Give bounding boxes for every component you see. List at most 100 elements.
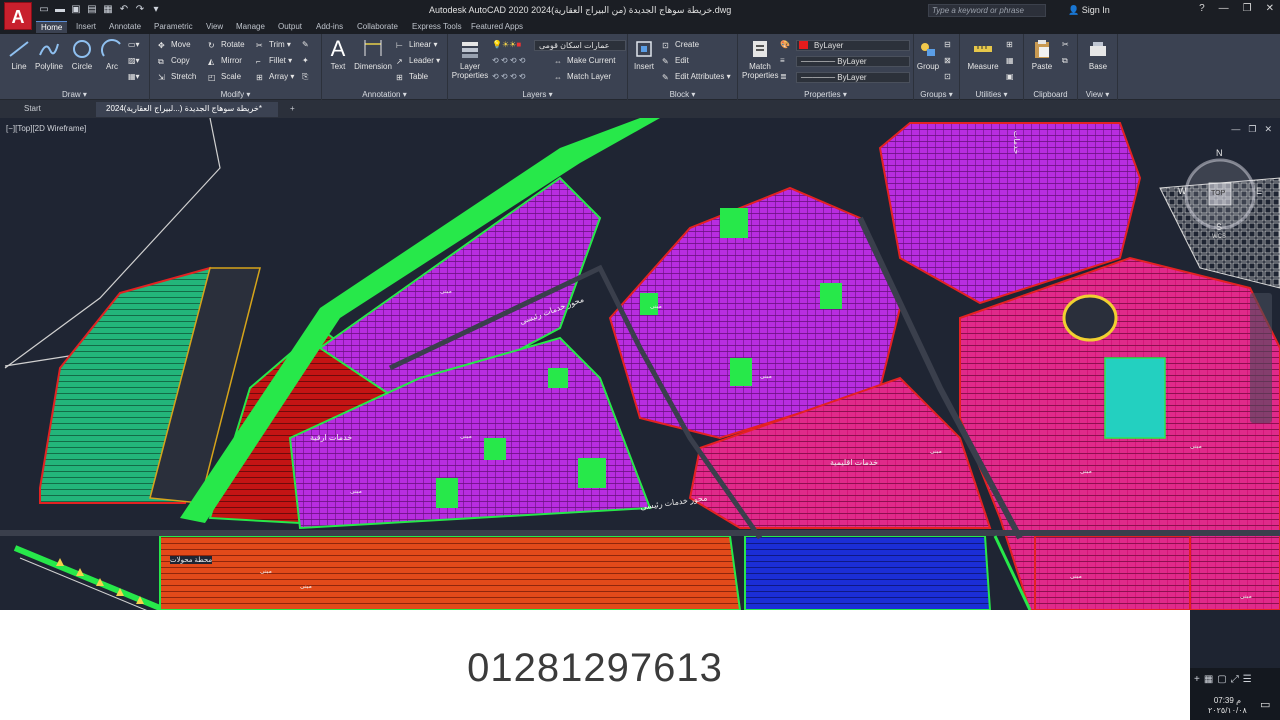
menu-icon[interactable]: ☰ <box>1243 674 1252 685</box>
id-point-icon[interactable]: ▣ <box>1006 72 1014 81</box>
tab-output[interactable]: Output <box>273 21 307 32</box>
layer-dropdown[interactable]: عمارات اسكان قومى <box>534 40 626 51</box>
create-block-button[interactable]: ⊡ Create <box>662 40 699 51</box>
erase-icon[interactable]: ✎ <box>302 40 309 49</box>
tab-featured-apps[interactable]: Featured Apps <box>466 21 528 32</box>
match-layer-button[interactable]: ⇔ Match Layer <box>554 72 611 83</box>
scale-button[interactable]: ◰ Scale <box>208 72 241 83</box>
line-button[interactable]: Line <box>6 38 32 71</box>
undo-icon[interactable]: ↶ <box>118 4 130 16</box>
rotate-button[interactable]: ↻ Rotate <box>208 40 245 51</box>
linetype-dropdown[interactable]: ────── ByLayer <box>796 56 910 67</box>
drawing-canvas[interactable]: مبنى مبنى مبنى مبنى مبنى مبنى مبنى مبنى مبنى م… <box>0 118 1280 610</box>
viewport-restore-button[interactable]: ❐ <box>1248 124 1256 135</box>
cut-icon[interactable]: ✂ <box>1062 40 1069 49</box>
annotation-panel-title[interactable]: Annotation ▾ <box>322 90 447 99</box>
base-view-button[interactable]: Base <box>1084 38 1112 71</box>
save-icon[interactable]: ▣ <box>70 4 82 16</box>
move-button[interactable]: ✥ Move <box>158 40 191 51</box>
group-select-icon[interactable]: ⊡ <box>944 72 951 81</box>
match-properties-button[interactable]: Match Properties <box>742 38 778 80</box>
utilities-panel-title[interactable]: Utilities ▾ <box>960 90 1023 99</box>
viewport-close-button[interactable]: ✕ <box>1264 124 1272 135</box>
drawing-tab[interactable]: خريطة سوهاج الجديدة (...لبيراج العقارية)… <box>96 102 278 127</box>
groups-panel-title[interactable]: Groups ▾ <box>914 90 959 99</box>
color-wheel-icon[interactable]: 🎨 <box>780 40 790 49</box>
measure-button[interactable]: Measure <box>966 38 1000 71</box>
make-current-button[interactable]: ⇔ Make Current <box>554 56 615 67</box>
add-icon[interactable]: + <box>1194 674 1200 685</box>
save-as-icon[interactable]: ▤ <box>86 4 98 16</box>
wcs-menu[interactable]: WCS <box>1212 234 1226 240</box>
calculator-icon[interactable]: ▦ <box>1006 56 1014 65</box>
insert-button[interactable]: Insert <box>630 38 658 71</box>
layers-panel-title[interactable]: Layers ▾ <box>448 90 627 99</box>
tab-insert[interactable]: Insert <box>71 21 101 32</box>
viewcube[interactable]: N S W E TOP WCS <box>1172 146 1268 242</box>
open-file-icon[interactable]: ▬ <box>54 4 66 16</box>
layer-state-icons[interactable]: 💡☀☀■ <box>492 40 521 49</box>
linear-button[interactable]: ⊢ Linear ▾ <box>396 40 438 51</box>
grid-icon[interactable]: ▦ <box>1204 674 1213 685</box>
polyline-button[interactable]: Polyline <box>33 38 65 71</box>
navigation-bar[interactable] <box>1250 293 1272 423</box>
hatch-icon[interactable]: ▨▾ <box>128 56 140 65</box>
dimension-button[interactable]: Dimension <box>352 38 394 71</box>
stretch-button[interactable]: ⇲ Stretch <box>158 72 196 83</box>
viewport-minimize-button[interactable]: — <box>1231 124 1240 135</box>
quick-select-icon[interactable]: ⊞ <box>1006 40 1013 49</box>
lineweight-dropdown[interactable]: ────── ByLayer <box>796 72 910 83</box>
help-icon[interactable]: ? <box>1199 3 1205 14</box>
compass-w[interactable]: W <box>1178 186 1187 196</box>
explode-icon[interactable]: ✦ <box>302 56 309 65</box>
viewcube-top[interactable]: TOP <box>1211 190 1225 197</box>
new-tab-button[interactable]: + <box>280 102 305 117</box>
draw-panel-title[interactable]: Draw ▾ <box>0 90 149 99</box>
paste-button[interactable]: Paste <box>1028 38 1056 71</box>
tab-express-tools[interactable]: Express Tools <box>407 21 467 32</box>
tab-view[interactable]: View <box>201 21 228 32</box>
arc-button[interactable]: Arc <box>100 38 124 71</box>
table-button[interactable]: ⊞ Table <box>396 72 428 83</box>
gradient-icon[interactable]: ▦▾ <box>128 72 140 81</box>
search-input[interactable]: Type a keyword or phrase <box>928 4 1046 17</box>
block-panel-title[interactable]: Block ▾ <box>628 90 737 99</box>
mirror-button[interactable]: ◭ Mirror <box>208 56 242 67</box>
group-button[interactable]: Group <box>916 38 940 71</box>
leader-button[interactable]: ↗ Leader ▾ <box>396 56 440 67</box>
redo-icon[interactable]: ↷ <box>134 4 146 16</box>
customize-qat-icon[interactable]: ▾ <box>150 4 162 16</box>
view-panel-title[interactable]: View ▾ <box>1078 90 1117 99</box>
layer-properties-button[interactable]: Layer Properties <box>450 38 490 80</box>
group-edit-icon[interactable]: ⊠ <box>944 56 951 65</box>
ungroup-icon[interactable]: ⊟ <box>944 40 951 49</box>
rectangle-icon[interactable]: ▭▾ <box>128 40 140 49</box>
tab-manage[interactable]: Manage <box>231 21 270 32</box>
sign-in-button[interactable]: 👤 Sign In <box>1068 5 1110 16</box>
properties-panel-title[interactable]: Properties ▾ <box>738 90 913 99</box>
viewport-controls-label[interactable]: [−][Top][2D Wireframe] <box>6 124 86 133</box>
minimize-button[interactable]: — <box>1219 3 1229 14</box>
window-icon[interactable]: ▢ <box>1217 674 1226 685</box>
tab-annotate[interactable]: Annotate <box>104 21 146 32</box>
notification-icon[interactable]: ▭ <box>1260 698 1270 711</box>
layer-tools-row1[interactable]: ⟲ ⟲ ⟲ ⟲ <box>492 56 525 65</box>
autocad-logo[interactable]: A <box>4 2 32 30</box>
copy-clip-icon[interactable]: ⧉ <box>1062 56 1068 66</box>
compass-n[interactable]: N <box>1216 148 1223 158</box>
circle-button[interactable]: Circle <box>68 38 96 71</box>
close-button[interactable]: ✕ <box>1266 3 1274 14</box>
tab-home[interactable]: Home <box>36 21 68 33</box>
expand-icon[interactable]: ⤢ <box>1231 674 1239 685</box>
trim-button[interactable]: ✂ Trim ▾ <box>256 40 291 51</box>
copy-button[interactable]: ⧉ Copy <box>158 56 190 67</box>
compass-e[interactable]: E <box>1256 186 1262 196</box>
edit-block-button[interactable]: ✎ Edit <box>662 56 689 67</box>
clock[interactable]: 07:39 م ٢٠٢٥/١٠/٠٨ <box>1208 696 1247 716</box>
tab-parametric[interactable]: Parametric <box>149 21 198 32</box>
modify-panel-title[interactable]: Modify ▾ <box>150 90 321 99</box>
plot-icon[interactable]: ▦ <box>102 4 114 16</box>
edit-attributes-button[interactable]: ✎ Edit Attributes ▾ <box>662 72 731 83</box>
color-dropdown[interactable]: ByLayer <box>796 40 910 51</box>
tab-add-ins[interactable]: Add-ins <box>311 21 348 32</box>
